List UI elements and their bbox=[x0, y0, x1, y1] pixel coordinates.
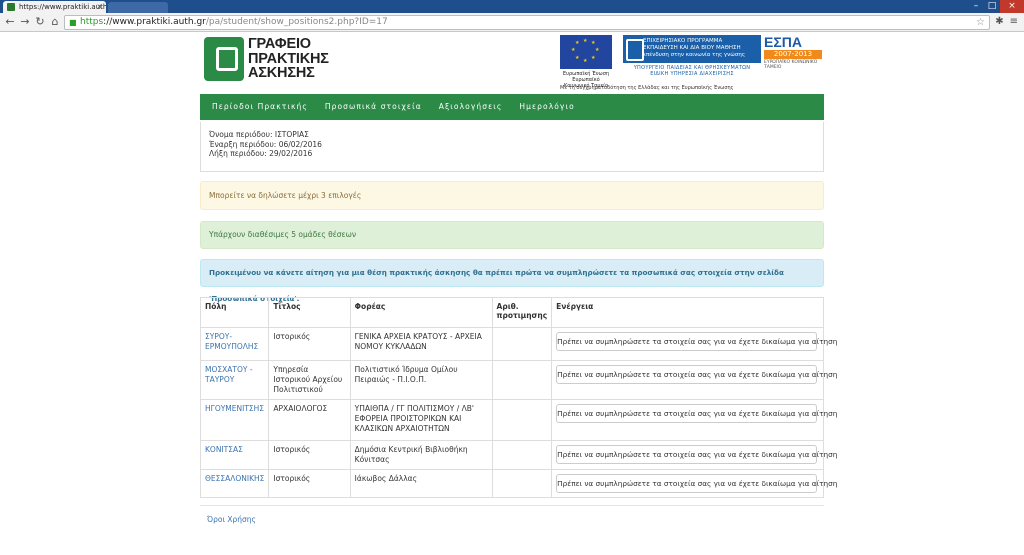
bookmark-star-icon[interactable]: ☆ bbox=[976, 16, 985, 29]
url-path: /pa/student/show_positions2.php?ID=17 bbox=[205, 17, 388, 27]
positions-table: Πόλη Τίτλος Φορέας Αριθ. προτιμησης Ενέρ… bbox=[199, 297, 837, 498]
row-organization: Δημόσια Κεντρική Βιβλιοθήκη Κόνιτσας bbox=[349, 440, 493, 470]
epanek-banner: ΕΠΙΧΕΙΡΗΣΙΑΚΟ ΠΡΟΓΡΑΜΜΑ ΕΚΠΑΙΔΕΥΣΗ ΚΑΙ Δ… bbox=[623, 35, 761, 63]
nav-item-periods[interactable]: Περίοδοι Πρακτικής bbox=[212, 94, 308, 120]
row-title: Ιστορικός bbox=[268, 327, 351, 361]
row-action-cell: Πρέπει να συμπληρώσετε τα στοιχεία σας γ… bbox=[551, 469, 837, 498]
row-city-link[interactable]: ΣΥΡΟΥ-ΕΡΜΟΥΠΟΛΗΣ bbox=[199, 327, 270, 361]
window-close-icon[interactable]: × bbox=[1000, 0, 1024, 13]
row-city-link[interactable]: ΜΟΣΧΑΤΟΥ - ΤΑΥΡΟΥ bbox=[199, 360, 270, 400]
row-organization: Πολιτιστικό Ίδρυμα Ομίλου Πειραιώς - Π.Ι… bbox=[349, 360, 493, 400]
table-row: ΚΟΝΙΤΣΑΣ Ιστορικός Δημόσια Κεντρική Βιβλ… bbox=[199, 440, 837, 470]
lock-icon: ■ bbox=[69, 18, 77, 27]
menu-icon[interactable]: ≡ bbox=[1010, 15, 1018, 29]
settings-gear-icon[interactable]: ✱ bbox=[995, 15, 1003, 29]
url-scheme: https bbox=[80, 17, 104, 27]
header-title: Τίτλος bbox=[268, 297, 351, 328]
table-row: ΘΕΣΣΑΛΟΝΙΚΗΣ Ιστορικός Ιάκωβος Δάλλας Πρ… bbox=[199, 469, 837, 498]
row-title: ΑΡΧΑΙΟΛΟΓΟΣ bbox=[268, 399, 351, 441]
window-controls: – □ × bbox=[968, 0, 1024, 13]
address-bar[interactable]: ■ https://www.praktiki.auth.gr/pa/studen… bbox=[64, 15, 990, 30]
header-organization: Φορέας bbox=[349, 297, 493, 328]
terms-of-use-link[interactable]: Όροι Χρήσης bbox=[207, 515, 256, 524]
period-info-panel: Όνομα περιόδου: ΙΣΤΟΡΙΑΣ Έναρξη περιόδου… bbox=[200, 122, 824, 172]
minimize-icon[interactable]: – bbox=[968, 0, 984, 13]
nav-item-personal-info[interactable]: Προσωπικά στοιχεία bbox=[325, 94, 422, 120]
choices-limit-alert: Μπορείτε να δηλώσετε μέχρι 3 επιλογές bbox=[200, 181, 824, 210]
nav-item-evaluations[interactable]: Αξιολογήσεις bbox=[439, 94, 503, 120]
header-preference-number: Αριθ. προτιμησης bbox=[491, 297, 553, 328]
cofund-text: Με τη συγχρηματοδότηση της Ελλάδας και τ… bbox=[560, 85, 734, 91]
url-text: https://www.praktiki.auth.gr/pa/student/… bbox=[80, 16, 388, 29]
period-start: Έναρξη περιόδου: 06/02/2016 bbox=[209, 139, 322, 149]
home-icon[interactable]: ⌂ bbox=[48, 15, 62, 29]
apply-disabled-button[interactable]: Πρέπει να συμπληρώσετε τα στοιχεία σας γ… bbox=[556, 445, 837, 464]
partner-logos: ★ ★ ★ ★ ★ ★ ★ ★ Ευρωπαϊκή Ένωση Ευρωπαϊκό Κοι… bbox=[560, 35, 824, 91]
main-nav: Περίοδοι Πρακτικής Προσωπικά στοιχεία Αξ… bbox=[200, 94, 824, 120]
personal-info-required-alert: Προκειμένου να κάνετε αίτηση για μια θέσ… bbox=[200, 259, 824, 303]
espa-wordmark: ΕΣΠΑ bbox=[764, 34, 802, 50]
logo-text: ΓΡΑΦΕΙΟ ΠΡΑΚΤΙΚΗΣ ΑΣΚΗΣΗΣ bbox=[248, 36, 329, 81]
row-organization: ΥΠΑΙΘΠΑ / ΓΓ ΠΟΛΙΤΙΣΜΟΥ / ΛΒ' ΕΦΟΡΕΙΑ ΠΡ… bbox=[349, 399, 493, 441]
espa-years: 2007-2013 bbox=[764, 50, 822, 59]
page-container: ΓΡΑΦΕΙΟ ΠΡΑΚΤΙΚΗΣ ΑΣΚΗΣΗΣ ★ ★ ★ ★ ★ ★ ★ ★ Ευρ… bbox=[199, 33, 837, 524]
row-title: Ιστορικός bbox=[268, 440, 351, 470]
row-action-cell: Πρέπει να συμπληρώσετε τα στοιχεία σας γ… bbox=[551, 360, 837, 400]
favicon-icon bbox=[7, 3, 15, 11]
new-tab-button[interactable] bbox=[108, 2, 168, 13]
row-title: Υπηρεσία Ιστορικού Αρχείου Πολιτιστικού bbox=[268, 360, 351, 400]
toolbar-actions: ✱ ≡ bbox=[995, 15, 1018, 29]
page-footer: Όροι Χρήσης bbox=[200, 505, 824, 524]
browser-toolbar: ← → ↻ ⌂ ■ https://www.praktiki.auth.gr/p… bbox=[0, 13, 1024, 32]
apply-disabled-button[interactable]: Πρέπει να συμπληρώσετε τα στοιχεία σας γ… bbox=[556, 404, 837, 423]
row-preference-number bbox=[491, 469, 553, 498]
table-row: ΜΟΣΧΑΤΟΥ - ΤΑΥΡΟΥ Υπηρεσία Ιστορικού Αρχ… bbox=[199, 360, 837, 400]
reload-icon[interactable]: ↻ bbox=[33, 15, 47, 29]
logo-mark-icon bbox=[204, 37, 244, 81]
apply-disabled-button[interactable]: Πρέπει να συμπληρώσετε τα στοιχεία σας γ… bbox=[556, 474, 837, 493]
site-header: ΓΡΑΦΕΙΟ ΠΡΑΚΤΙΚΗΣ ΑΣΚΗΣΗΣ ★ ★ ★ ★ ★ ★ ★ ★ Ευρ… bbox=[200, 33, 824, 93]
row-action-cell: Πρέπει να συμπληρώσετε τα στοιχεία σας γ… bbox=[551, 399, 837, 441]
period-end: Λήξη περιόδου: 29/02/2016 bbox=[209, 149, 313, 158]
apply-disabled-button[interactable]: Πρέπει να συμπληρώσετε τα στοιχεία σας γ… bbox=[556, 365, 837, 384]
eu-logo: ★ ★ ★ ★ ★ ★ ★ ★ Ευρωπαϊκή Ένωση Ευρωπαϊκό Κοι… bbox=[560, 35, 612, 89]
forward-icon[interactable]: → bbox=[18, 15, 32, 29]
back-icon[interactable]: ← bbox=[3, 15, 17, 29]
row-city-link[interactable]: ΚΟΝΙΤΣΑΣ bbox=[199, 440, 270, 470]
eu-flag-icon: ★ ★ ★ ★ ★ ★ ★ ★ bbox=[560, 35, 612, 69]
row-city-link[interactable]: ΗΓΟΥΜΕΝΙΤΣΗΣ bbox=[199, 399, 270, 441]
espa-logo: ΕΣΠΑ 2007-2013 ΕΥΡΩΠΑΪΚΟ ΚΟΙΝΩΝΙΚΟ ΤΑΜΕΙ… bbox=[764, 35, 822, 71]
period-name: Όνομα περιόδου: ΙΣΤΟΡΙΑΣ bbox=[209, 130, 309, 139]
site-logo[interactable]: ΓΡΑΦΕΙΟ ΠΡΑΚΤΙΚΗΣ ΑΣΚΗΣΗΣ bbox=[204, 35, 329, 81]
row-organization: ΓΕΝΙΚΑ ΑΡΧΕΙΑ ΚΡΑΤΟΥΣ - ΑΡΧΕΙΑ ΝΟΜΟΥ ΚΥΚ… bbox=[349, 327, 493, 361]
row-action-cell: Πρέπει να συμπληρώσετε τα στοιχεία σας γ… bbox=[551, 327, 837, 361]
table-row: ΗΓΟΥΜΕΝΙΤΣΗΣ ΑΡΧΑΙΟΛΟΓΟΣ ΥΠΑΙΘΠΑ / ΓΓ ΠΟ… bbox=[199, 399, 837, 441]
table-row: ΣΥΡΟΥ-ΕΡΜΟΥΠΟΛΗΣ Ιστορικός ΓΕΝΙΚΑ ΑΡΧΕΙΑ… bbox=[199, 327, 837, 361]
apply-disabled-button[interactable]: Πρέπει να συμπληρώσετε τα στοιχεία σας γ… bbox=[556, 332, 837, 351]
table-header-row: Πόλη Τίτλος Φορέας Αριθ. προτιμησης Ενέρ… bbox=[199, 297, 824, 328]
espa-caption: ΕΥΡΩΠΑΪΚΟ ΚΟΙΝΩΝΙΚΟ ΤΑΜΕΙΟ bbox=[764, 60, 818, 70]
row-title: Ιστορικός bbox=[268, 469, 351, 498]
epanek-subtitle: ΥΠΟΥΡΓΕΙΟ ΠΑΙΔΕΙΑΣ ΚΑΙ ΘΡΗΣΚΕΥΜΑΤΩΝ ΕΙΔΙ… bbox=[633, 65, 751, 77]
row-preference-number bbox=[491, 399, 553, 441]
row-city-link[interactable]: ΘΕΣΣΑΛΟΝΙΚΗΣ bbox=[199, 469, 270, 498]
browser-tab[interactable]: https://www.praktiki.auth × bbox=[3, 1, 106, 13]
row-organization: Ιάκωβος Δάλλας bbox=[349, 469, 493, 498]
browser-tab-bar: https://www.praktiki.auth × – □ × bbox=[0, 0, 1024, 13]
maximize-icon[interactable]: □ bbox=[984, 0, 1000, 13]
tab-close-icon[interactable]: × bbox=[96, 1, 103, 13]
available-groups-alert: Υπάρχουν διαθέσιμες 5 ομάδες θέσεων bbox=[200, 221, 824, 249]
tab-title: https://www.praktiki.auth bbox=[19, 3, 106, 11]
row-preference-number bbox=[491, 360, 553, 400]
url-host: ://www.praktiki.auth.gr bbox=[103, 17, 206, 27]
header-city: Πόλη bbox=[199, 297, 270, 328]
row-preference-number bbox=[491, 327, 553, 361]
row-action-cell: Πρέπει να συμπληρώσετε τα στοιχεία σας γ… bbox=[551, 440, 837, 470]
header-action: Ενέργεια bbox=[551, 297, 824, 328]
row-preference-number bbox=[491, 440, 553, 470]
nav-item-calendar[interactable]: Ημερολόγιο bbox=[519, 94, 574, 120]
epanek-logo: ΕΠΙΧΕΙΡΗΣΙΑΚΟ ΠΡΟΓΡΑΜΜΑ ΕΚΠΑΙΔΕΥΣΗ ΚΑΙ Δ… bbox=[623, 35, 761, 83]
